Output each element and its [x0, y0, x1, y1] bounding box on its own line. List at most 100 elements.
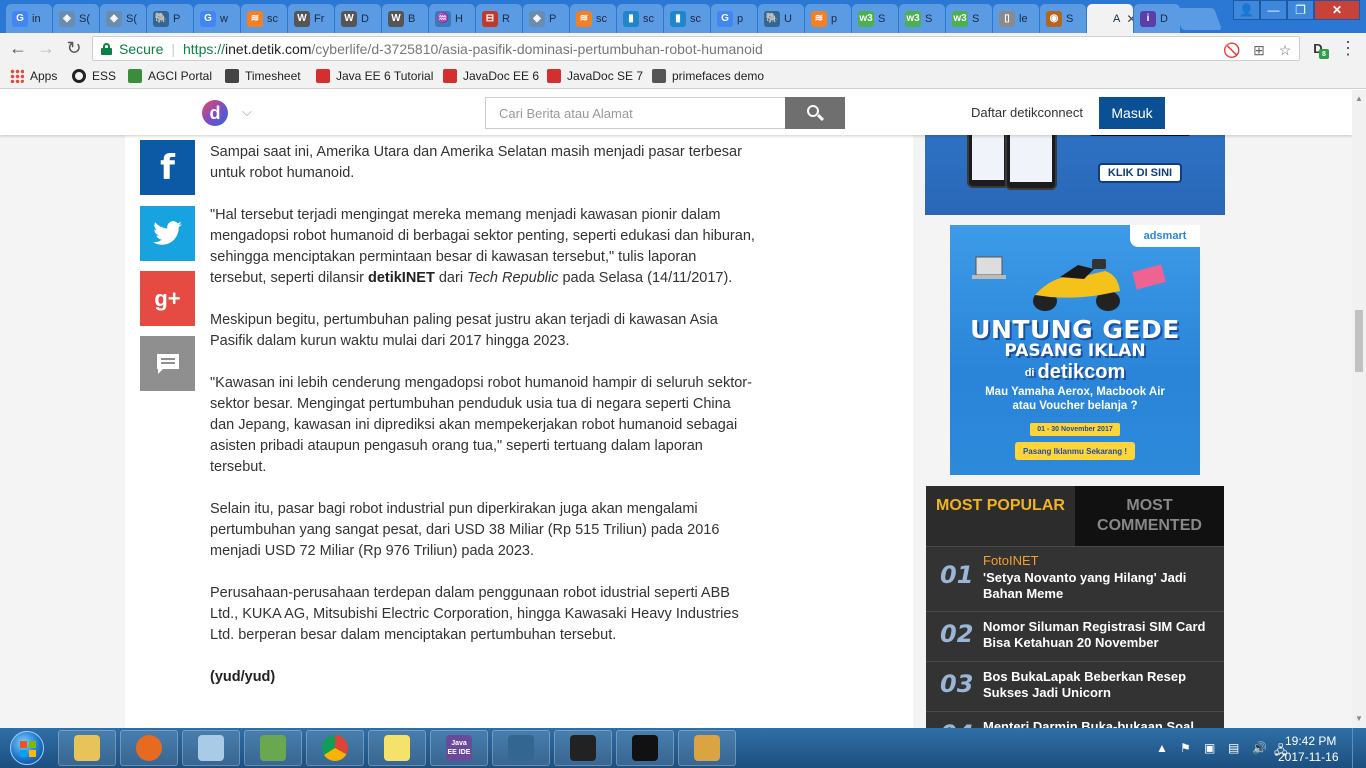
popular-title[interactable]: 'Setya Novanto yang Hilang' Jadi Bahan M…	[983, 570, 1215, 602]
popular-item[interactable]: 04 Menteri Darmin Buka-bukaan Soal	[926, 711, 1224, 728]
popular-item[interactable]: 01 FotoINET 'Setya Novanto yang Hilang' Ja…	[926, 546, 1224, 611]
browser-tab[interactable]: ◈ S(	[100, 4, 146, 33]
search-input[interactable]	[485, 97, 785, 129]
adsmart-ad[interactable]: adsmart UNTUNG GEDE PASANG IKLAN di detik…	[950, 225, 1200, 475]
browser-tab[interactable]: 🐘 P	[147, 4, 193, 33]
share-twitter-button[interactable]	[140, 206, 195, 261]
forward-button[interactable]: →	[34, 37, 58, 59]
bookmark-primefaces-demo[interactable]: primefaces demo	[652, 67, 764, 85]
browser-tab[interactable]: WD	[335, 4, 381, 33]
address-bar[interactable]: Secure | https:// inet.detik.com /cyberl…	[92, 36, 1300, 61]
browser-tab[interactable]: WB	[382, 4, 428, 33]
browser-tab[interactable]: iD	[1134, 4, 1180, 33]
clock-time[interactable]: 19:42 PM	[1285, 734, 1336, 748]
volume-icon[interactable]: 🔊	[1252, 741, 1267, 755]
user-profile-button[interactable]: 👤	[1233, 0, 1260, 20]
browser-tab[interactable]: W Fr	[288, 4, 334, 33]
taskbar-paint[interactable]	[678, 730, 736, 766]
tab-title: P	[549, 12, 557, 25]
bookmark-timesheet[interactable]: Timesheet	[225, 67, 301, 85]
bookmark-javadoc-se-7[interactable]: JavaDoc SE 7	[547, 67, 643, 85]
tray-app-icon[interactable]: ▤	[1228, 741, 1239, 755]
scroll-thumb[interactable]	[1355, 310, 1363, 372]
browser-tab[interactable]: ▮ sc	[664, 4, 710, 33]
popular-title[interactable]: Menteri Darmin Buka-bukaan Soal	[983, 719, 1215, 728]
new-tab-button[interactable]	[1173, 8, 1223, 30]
clock-date[interactable]: 2017-11-16	[1278, 750, 1339, 764]
share-facebook-button[interactable]: f	[140, 140, 195, 195]
show-desktop-button[interactable]	[1352, 728, 1366, 768]
bookmark-label: AGCI Portal	[148, 69, 213, 83]
taskbar-postgres[interactable]	[492, 730, 550, 766]
browser-tab[interactable]: ◈ S(	[53, 4, 99, 33]
extension-icon[interactable]: D8	[1306, 37, 1330, 59]
scroll-down-arrow[interactable]: ▼	[1355, 714, 1363, 723]
browser-tab[interactable]: ≋ p	[805, 4, 851, 33]
browser-tab[interactable]: ♒ H	[429, 4, 475, 33]
popular-title[interactable]: Nomor Siluman Registrasi SIM Card Bisa K…	[983, 619, 1215, 651]
browser-tab[interactable]: w3 S	[852, 4, 898, 33]
browser-tab[interactable]: ≋ sc	[241, 4, 287, 33]
tab-most-popular[interactable]: MOST POPULAR	[926, 486, 1075, 546]
bookmark-label: ESS	[92, 69, 117, 83]
browser-tab[interactable]: Gw	[194, 4, 240, 33]
bookmark-ess[interactable]: ESS	[72, 67, 116, 85]
taskbar-code-editor[interactable]	[244, 730, 302, 766]
bookmark-javadoc-ee-6[interactable]: JavaDoc EE 6	[443, 67, 539, 85]
detik-logo[interactable]: d	[202, 100, 228, 126]
taskbar-notepad[interactable]	[182, 730, 240, 766]
close-window-button[interactable]: ✕	[1314, 0, 1360, 20]
start-button[interactable]	[2, 729, 52, 767]
taskbar-chrome[interactable]	[306, 730, 364, 766]
taskbar-sticky-notes[interactable]	[368, 730, 426, 766]
maximize-button[interactable]: ❐	[1287, 0, 1314, 20]
browser-tab[interactable]: ◉ S	[1040, 4, 1086, 33]
taskbar-firefox[interactable]	[120, 730, 178, 766]
masuk-button[interactable]: Masuk	[1099, 97, 1165, 129]
browser-tab[interactable]: ▮ sc	[617, 4, 663, 33]
translate-icon[interactable]: ⊞	[1250, 41, 1268, 59]
menu-icon[interactable]: ⋮	[1336, 37, 1360, 59]
daftar-detikconnect-link[interactable]: Daftar detikconnect	[971, 105, 1083, 120]
browser-tab[interactable]: Gin	[6, 4, 52, 33]
popular-title[interactable]: Bos BukaLapak Beberkan Resep Sukses Jadi…	[983, 669, 1215, 701]
browser-tab[interactable]: Gp	[711, 4, 757, 33]
ad-cta-button[interactable]: Pasang Iklanmu Sekarang !	[1015, 442, 1135, 460]
bookmark-agci-portal[interactable]: AGCI Portal	[128, 67, 212, 85]
share-googleplus-button[interactable]: g+	[140, 271, 195, 326]
tab-most-commented[interactable]: MOST COMMENTED	[1075, 486, 1224, 546]
browser-tab[interactable]: ◈ P	[523, 4, 569, 33]
url-host: inet.detik.com	[225, 40, 312, 57]
blocked-popup-icon[interactable]: 🚫	[1223, 41, 1241, 59]
popular-item[interactable]: 03 Bos BukaLapak Beberkan Resep Sukses Ja…	[926, 661, 1224, 711]
browser-tab[interactable]: 🐘 U	[758, 4, 804, 33]
show-hidden-icons-icon[interactable]: ▲	[1156, 741, 1168, 755]
paint-icon	[694, 735, 720, 761]
action-center-flag-icon[interactable]: ⚑	[1180, 741, 1191, 755]
bookmark-java-ee-6-tutorial[interactable]: Java EE 6 Tutorial	[316, 67, 433, 85]
browser-tab[interactable]: w3 S	[946, 4, 992, 33]
popular-item[interactable]: 02 Nomor Siluman Registrasi SIM Card Bisa…	[926, 611, 1224, 661]
taskbar-terminal[interactable]	[616, 730, 674, 766]
taskbar-image-viewer[interactable]	[554, 730, 612, 766]
browser-tab[interactable]: ≋ sc	[570, 4, 616, 33]
taskbar-file-explorer[interactable]	[58, 730, 116, 766]
bookmark-star-icon[interactable]: ☆	[1276, 41, 1294, 59]
back-button[interactable]: ←	[6, 37, 30, 59]
tab-active[interactable]: A ✕	[1087, 4, 1133, 33]
browser-tab[interactable]: ⊟ R	[476, 4, 522, 33]
browser-tab[interactable]: ▯ le	[993, 4, 1039, 33]
tab-close-icon[interactable]: ✕	[1126, 12, 1133, 26]
reload-button[interactable]: ↻	[62, 37, 86, 59]
page-scrollbar[interactable]: ▲ ▼	[1352, 90, 1366, 728]
klik-di-sini-button[interactable]: KLIK DI SINI	[1098, 163, 1182, 183]
search-button[interactable]	[785, 97, 845, 129]
tray-app-icon[interactable]: ▣	[1204, 741, 1215, 755]
chevron-down-icon[interactable]: ⌵	[242, 104, 252, 120]
taskbar-java-ee[interactable]: Java EE IDE	[430, 730, 488, 766]
browser-tab[interactable]: w3 S	[899, 4, 945, 33]
scroll-up-arrow[interactable]: ▲	[1355, 94, 1363, 103]
minimize-button[interactable]: —	[1260, 0, 1287, 20]
bookmark-apps[interactable]: Apps	[10, 67, 57, 85]
comment-button[interactable]	[140, 336, 195, 391]
